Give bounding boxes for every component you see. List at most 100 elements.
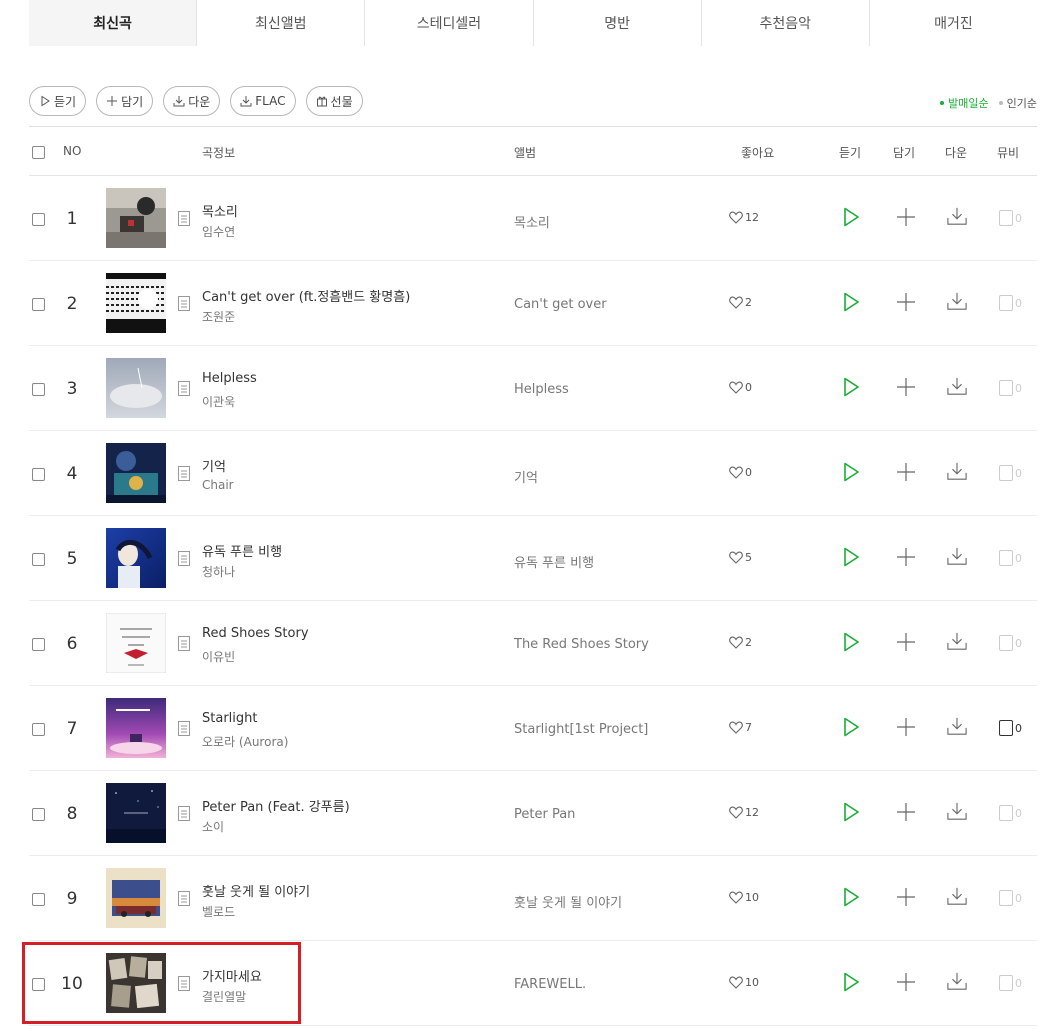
mv-button[interactable]: 0 [999,635,1022,651]
add-to-playlist-icon[interactable] [896,802,916,822]
row-checkbox[interactable] [32,893,45,906]
row-checkbox[interactable] [32,978,45,991]
song-info-icon[interactable] [178,296,190,311]
flac-download-button[interactable]: FLAC [230,86,296,116]
like-button[interactable]: 0 [729,466,752,479]
add-to-playlist-icon[interactable] [896,717,916,737]
row-checkbox[interactable] [32,723,45,736]
download-icon[interactable] [947,801,967,821]
like-button[interactable]: 10 [729,976,759,989]
add-to-playlist-icon[interactable] [896,462,916,482]
artist-link[interactable]: 조원준 [202,308,235,325]
song-info-icon[interactable] [178,636,190,651]
artist-link[interactable]: 결린열말 [202,988,246,1005]
mv-button[interactable]: 0 [999,720,1022,736]
album-link[interactable]: 기억 [514,467,538,486]
album-link[interactable]: Starlight[1st Project] [514,722,648,737]
tab-latest-songs[interactable]: 최신곡 [29,0,198,46]
song-title-link[interactable]: 훗날 웃게 될 이야기 [202,881,310,900]
mv-button[interactable]: 0 [999,890,1022,906]
gift-button[interactable]: 선물 [305,86,363,116]
album-cover-thumbnail[interactable] [106,698,166,758]
album-link[interactable]: Can't get over [514,297,607,312]
play-icon[interactable] [841,377,861,397]
add-to-playlist-icon[interactable] [896,972,916,992]
like-button[interactable]: 2 [729,296,752,309]
row-checkbox[interactable] [32,638,45,651]
listen-selected-button[interactable]: 듣기 [29,86,87,116]
artist-link[interactable]: 벨로드 [202,903,235,920]
download-icon[interactable] [947,716,967,736]
album-link[interactable]: Helpless [514,382,569,397]
song-title-link[interactable]: 목소리 [202,201,238,220]
add-to-playlist-icon[interactable] [896,632,916,652]
download-icon[interactable] [947,886,967,906]
download-icon[interactable] [947,376,967,396]
sort-by-popularity[interactable]: 인기순 [998,95,1037,111]
artist-link[interactable]: 이관욱 [202,393,235,410]
row-checkbox[interactable] [32,553,45,566]
row-checkbox[interactable] [32,383,45,396]
song-title-link[interactable]: Red Shoes Story [202,626,309,641]
album-link[interactable]: 훗날 웃게 될 이야기 [514,892,622,911]
play-icon[interactable] [841,972,861,992]
mv-button[interactable]: 0 [999,295,1022,311]
album-cover-thumbnail[interactable] [106,188,166,248]
play-icon[interactable] [841,547,861,567]
row-checkbox[interactable] [32,468,45,481]
mv-button[interactable]: 0 [999,975,1022,991]
song-info-icon[interactable] [178,211,190,226]
like-button[interactable]: 10 [729,891,759,904]
album-link[interactable]: Peter Pan [514,807,575,822]
album-cover-thumbnail[interactable] [106,613,166,673]
album-link[interactable]: 목소리 [514,212,550,231]
album-cover-thumbnail[interactable] [106,273,166,333]
play-icon[interactable] [841,717,861,737]
add-to-playlist-icon[interactable] [896,377,916,397]
play-icon[interactable] [841,292,861,312]
sort-by-release-date[interactable]: 발매일순 [940,95,989,111]
artist-link[interactable]: 청하나 [202,563,235,580]
artist-link[interactable]: 임수연 [202,223,235,240]
artist-link[interactable]: 이유빈 [202,648,235,665]
like-button[interactable]: 0 [729,381,752,394]
like-button[interactable]: 5 [729,551,752,564]
artist-link[interactable]: 오로라 (Aurora) [202,733,288,750]
album-cover-thumbnail[interactable] [106,953,166,1013]
song-title-link[interactable]: 기억 [202,456,226,475]
mv-button[interactable]: 0 [999,805,1022,821]
like-button[interactable]: 2 [729,636,752,649]
download-selected-button[interactable]: 다운 [163,86,221,116]
select-all-checkbox[interactable] [32,146,45,159]
artist-link[interactable]: 소이 [202,818,224,835]
like-button[interactable]: 12 [729,806,759,819]
play-icon[interactable] [841,207,861,227]
song-info-icon[interactable] [178,466,190,481]
tab-magazine[interactable]: 매거진 [869,0,1038,46]
album-cover-thumbnail[interactable] [106,358,166,418]
download-icon[interactable] [947,546,967,566]
song-info-icon[interactable] [178,381,190,396]
row-checkbox[interactable] [32,213,45,226]
row-checkbox[interactable] [32,298,45,311]
song-info-icon[interactable] [178,891,190,906]
album-link[interactable]: 유독 푸른 비행 [514,552,594,571]
song-info-icon[interactable] [178,551,190,566]
download-icon[interactable] [947,291,967,311]
row-checkbox[interactable] [32,808,45,821]
song-info-icon[interactable] [178,721,190,736]
album-link[interactable]: The Red Shoes Story [514,637,649,652]
tab-classic-albums[interactable]: 명반 [533,0,702,46]
album-cover-thumbnail[interactable] [106,528,166,588]
like-button[interactable]: 12 [729,211,759,224]
album-cover-thumbnail[interactable] [106,868,166,928]
play-icon[interactable] [841,802,861,822]
add-to-playlist-icon[interactable] [896,292,916,312]
song-title-link[interactable]: Helpless [202,371,257,386]
download-icon[interactable] [947,631,967,651]
mv-button[interactable]: 0 [999,465,1022,481]
song-title-link[interactable]: Peter Pan (Feat. 강푸름) [202,796,350,815]
add-to-playlist-icon[interactable] [896,887,916,907]
mv-button[interactable]: 0 [999,550,1022,566]
mv-button[interactable]: 0 [999,380,1022,396]
